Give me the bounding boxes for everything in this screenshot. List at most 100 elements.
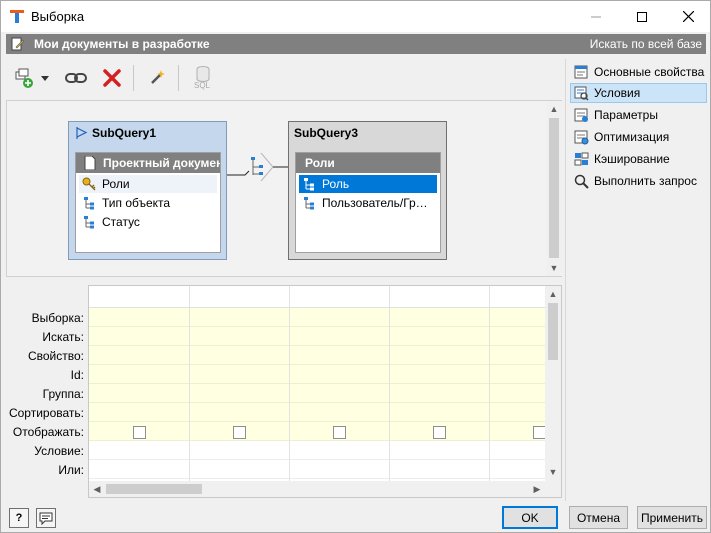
scroll-left-icon[interactable]: ◀ [89, 481, 105, 497]
wizard-button[interactable] [143, 64, 171, 92]
magic-wand-icon [151, 70, 165, 84]
help-button[interactable]: ? [9, 508, 29, 528]
table-field[interactable]: Пользователь/Группа [299, 194, 437, 212]
key-icon [82, 177, 96, 191]
scroll-up-icon[interactable]: ▲ [545, 286, 561, 302]
display-checkbox[interactable] [433, 426, 446, 439]
properties-icon [574, 65, 588, 79]
field-label: Пользователь/Группа [322, 196, 432, 210]
document-header: Мои документы в разработке Искать по все… [6, 34, 706, 54]
ok-button[interactable]: OK [502, 506, 558, 529]
display-checkbox[interactable] [333, 426, 346, 439]
grid-row-search[interactable] [89, 327, 545, 346]
scroll-thumb[interactable] [548, 303, 558, 360]
delete-button[interactable] [98, 64, 126, 92]
side-item-label: Оптимизация [594, 130, 670, 144]
row-label: Выборка: [31, 311, 84, 325]
query-diagram[interactable]: SubQuery1 Проектный документ Роли Тип об… [6, 100, 562, 277]
comment-button[interactable] [36, 508, 56, 528]
table-field[interactable]: Статус [79, 213, 217, 231]
subquery-title: SubQuery1 [92, 126, 157, 140]
delete-x-icon [103, 69, 121, 87]
table-header[interactable]: Роли [296, 153, 440, 173]
minimize-button[interactable] [573, 1, 619, 32]
subquery-box[interactable]: SubQuery3 Роли Роль Пользователь/Группа [288, 121, 447, 260]
sql-label: SQL [194, 81, 211, 90]
maximize-button[interactable] [619, 1, 665, 32]
dialog-window: Выборка Мои документы в разработке Искат… [0, 0, 711, 533]
row-label: Искать: [42, 330, 84, 344]
side-item-label: Выполнить запрос [594, 174, 697, 188]
apply-button[interactable]: Применить [637, 506, 707, 529]
grid-row-or[interactable] [89, 460, 545, 479]
toolbar: SQL [6, 59, 562, 97]
table-box[interactable]: Проектный документ Роли Тип объекта Стат… [75, 152, 221, 253]
help-icon: ? [15, 512, 23, 524]
subquery-title: SubQuery3 [294, 126, 359, 140]
add-table-button[interactable] [10, 64, 38, 92]
side-item-conditions[interactable]: Условия [570, 83, 707, 103]
grid-column-line [189, 286, 190, 481]
cancel-button[interactable]: Отмена [569, 506, 628, 529]
field-label: Статус [102, 215, 140, 229]
grid-row-property[interactable] [89, 346, 545, 365]
scrollbar-corner [545, 481, 561, 497]
table-field[interactable]: Тип объекта [79, 194, 217, 212]
link-button[interactable] [62, 64, 90, 92]
field-label: Роли [102, 177, 130, 191]
grid-row-group[interactable] [89, 384, 545, 403]
table-box[interactable]: Роли Роль Пользователь/Группа [295, 152, 441, 253]
tree-field-icon [84, 216, 94, 229]
grid-horizontal-scrollbar[interactable]: ◀ ▶ [89, 481, 545, 497]
row-label: Id: [70, 368, 84, 382]
grid-row-id[interactable] [89, 365, 545, 384]
join-connector[interactable] [225, 149, 295, 183]
grid-row-sort[interactable] [89, 403, 545, 422]
scroll-down-icon[interactable]: ▼ [546, 260, 562, 276]
subquery-box[interactable]: SubQuery1 Проектный документ Роли Тип об… [68, 121, 227, 260]
header-title: Мои документы в разработке [34, 37, 210, 51]
add-table-dropdown[interactable] [38, 64, 52, 92]
scroll-right-icon[interactable]: ▶ [529, 481, 545, 497]
criteria-grid[interactable]: ▲ ▼ ◀ ▶ [88, 285, 562, 498]
table-field-selected[interactable]: Роль [298, 174, 438, 194]
conditions-icon [574, 86, 589, 101]
scroll-thumb[interactable] [106, 484, 202, 494]
diagram-canvas[interactable]: SubQuery1 Проектный документ Роли Тип об… [7, 101, 546, 276]
table-field[interactable]: Роли [79, 175, 217, 193]
side-item-label: Параметры [594, 108, 658, 122]
caching-icon [574, 152, 589, 166]
grid-header-row[interactable] [89, 286, 545, 308]
sql-button[interactable]: SQL [189, 64, 217, 92]
table-header[interactable]: Проектный документ [76, 153, 220, 173]
row-label: Или: [58, 463, 84, 477]
grid-row-select[interactable] [89, 308, 545, 327]
close-button[interactable] [665, 1, 711, 32]
grid-vertical-scrollbar[interactable]: ▲ ▼ [545, 286, 561, 481]
title-bar: Выборка [1, 1, 710, 32]
field-label: Тип объекта [102, 196, 171, 210]
optimization-icon [574, 130, 589, 145]
table-name: Роли [305, 156, 335, 170]
panel-divider [565, 59, 566, 501]
search-all-link[interactable]: Искать по всей базе [590, 37, 702, 51]
display-checkbox[interactable] [233, 426, 246, 439]
scroll-up-icon[interactable]: ▲ [546, 101, 562, 117]
side-item-run-query[interactable]: Выполнить запрос [570, 171, 707, 191]
row-label: Сортировать: [8, 406, 84, 420]
side-item-caching[interactable]: Кэширование [570, 149, 707, 169]
scroll-down-icon[interactable]: ▼ [545, 464, 561, 480]
display-checkbox[interactable] [133, 426, 146, 439]
side-item-optimization[interactable]: Оптимизация [570, 127, 707, 147]
side-item-main-properties[interactable]: Основные свойства [570, 62, 707, 82]
grid-cells[interactable] [89, 286, 546, 481]
grid-row-display[interactable] [89, 422, 545, 441]
close-icon [682, 11, 694, 22]
grid-row-condition[interactable] [89, 441, 545, 460]
side-item-parameters[interactable]: Параметры [570, 105, 707, 125]
table-name: Проектный документ [103, 156, 220, 170]
criteria-grid-area: Выборка: Искать: Свойство: Id: Группа: С… [6, 285, 562, 498]
scroll-thumb[interactable] [549, 118, 559, 258]
side-panel: Основные свойства Условия Параметры Опти… [567, 59, 709, 259]
diagram-scrollbar[interactable]: ▲ ▼ [546, 101, 562, 276]
